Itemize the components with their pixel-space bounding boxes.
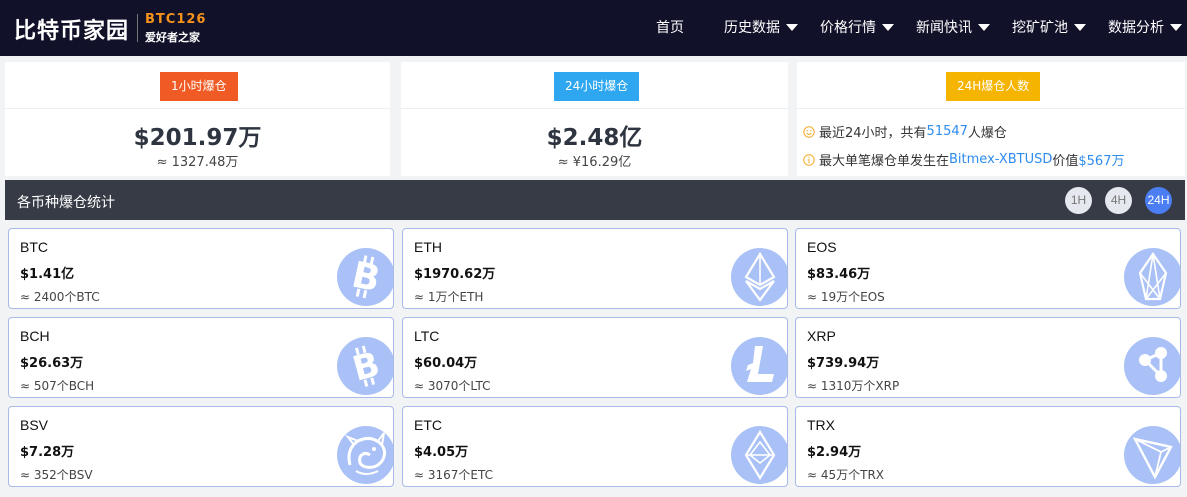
bitcoin-icon: B — [337, 248, 393, 306]
chevron-down-icon — [978, 23, 990, 31]
liquidation-people-badge: 24H爆仓人数 — [946, 72, 1041, 101]
coin-card-eos[interactable]: EOS $83.46万 ≈ 19万个EOS — [795, 228, 1181, 309]
coin-liquidation-amount: ≈ 19万个EOS — [807, 290, 885, 304]
coin-card-etc[interactable]: ETC $4.05万 ≈ 3167个ETC — [402, 406, 788, 487]
largest-order-line: 最大单笔爆仓单发生在 Bitmex-XBTUSD 价值 $567万 — [803, 150, 1124, 169]
card-divider — [5, 108, 390, 109]
coin-name: TRX — [807, 417, 835, 433]
coin-liquidation-amount: ≈ 1310万个XRP — [807, 379, 900, 393]
coin-liquidation-amount: ≈ 352个BSV — [20, 468, 93, 482]
coin-card-xrp[interactable]: XRP $739.94万 ≈ 1310万个XRP — [795, 317, 1181, 398]
largest-order-market-link[interactable]: Bitmex-XBTUSD — [949, 152, 1052, 167]
coin-name: XRP — [807, 328, 836, 344]
nav-data-analysis[interactable]: 数据分析 — [1108, 17, 1182, 37]
dragon-icon — [337, 426, 393, 484]
timeframe-4h-button[interactable]: 4H — [1105, 187, 1132, 214]
liquidation-24h-card: 24小时爆仓 $2.48亿 ≈ ¥16.29亿 — [401, 62, 788, 176]
liquidation-24h-cny: ≈ ¥16.29亿 — [557, 155, 632, 170]
chevron-down-icon — [1170, 23, 1182, 31]
coin-card-eth[interactable]: ETH $1970.62万 ≈ 1万个ETH — [402, 228, 788, 309]
coin-liquidation-value: $739.94万 — [807, 356, 880, 371]
timeframe-1h-button[interactable]: 1H — [1065, 187, 1092, 214]
stats-title: 各币种爆仓统计 — [17, 195, 115, 211]
people-count-suffix: 人爆仓 — [967, 126, 1007, 141]
largest-order-prefix: 最大单笔爆仓单发生在 — [819, 154, 950, 169]
coin-liquidation-value: $7.28万 — [20, 445, 75, 460]
liquidation-1h-badge: 1小时爆仓 — [160, 72, 238, 101]
largest-order-mid: 价值 — [1052, 154, 1079, 169]
info-icon — [803, 153, 815, 166]
chevron-down-icon — [882, 23, 894, 31]
ethereum-classic-icon — [731, 426, 787, 484]
eos-icon — [1124, 248, 1180, 306]
coin-name: BSV — [20, 417, 49, 433]
liquidation-1h-card: 1小时爆仓 $201.97万 ≈ 1327.48万 — [5, 62, 390, 176]
card-divider — [797, 108, 1185, 109]
logo-divider — [137, 14, 138, 42]
coin-card-bsv[interactable]: BSV $7.28万 ≈ 352个BSV — [8, 406, 394, 487]
timeframe-24h-button[interactable]: 24H — [1145, 187, 1172, 214]
nav-history-label: 历史数据 — [724, 20, 780, 36]
coin-name: ETC — [414, 417, 442, 433]
liquidation-24h-badge: 24小时爆仓 — [554, 72, 640, 101]
nav-analysis-label: 数据分析 — [1108, 20, 1164, 36]
smile-icon — [803, 125, 815, 138]
nav-history-data[interactable]: 历史数据 — [724, 17, 798, 37]
liquidation-1h-value: $201.97万 — [133, 125, 262, 151]
coin-liquidation-amount: ≈ 45万个TRX — [807, 468, 885, 482]
coin-name: BTC — [20, 239, 48, 255]
nav-home[interactable]: 首页 — [656, 17, 684, 37]
coin-name: ETH — [414, 239, 442, 255]
nav-price-quotes[interactable]: 价格行情 — [820, 17, 894, 37]
chevron-down-icon — [1074, 23, 1086, 31]
nav-mining-label: 挖矿矿池 — [1012, 20, 1068, 36]
site-logo-text[interactable]: 比特币家园 — [14, 13, 129, 45]
ripple-icon — [1124, 337, 1180, 395]
ethereum-icon — [731, 248, 787, 306]
nav-mining-pools[interactable]: 挖矿矿池 — [1012, 17, 1086, 37]
card-divider — [401, 108, 788, 109]
top-navigation-bar: 比特币家园 BTC126 爱好者之家 首页 历史数据 价格行情 新闻快讯 挖矿矿… — [0, 0, 1187, 56]
coin-name: LTC — [414, 328, 440, 344]
coin-card-trx[interactable]: TRX $2.94万 ≈ 45万个TRX — [795, 406, 1181, 487]
people-count-line: 最近24小时，共有 51547 人爆仓 — [803, 122, 1007, 141]
liquidation-people-card: 24H爆仓人数 最近24小时，共有 51547 人爆仓 最大单笔爆仓单发生在 B… — [797, 62, 1185, 176]
site-logo-slogan: 爱好者之家 — [145, 31, 200, 44]
nav-news[interactable]: 新闻快讯 — [916, 17, 990, 37]
largest-order-value: $567万 — [1078, 154, 1125, 169]
coin-name: EOS — [807, 239, 837, 255]
coin-card-ltc[interactable]: LTC $60.04万 ≈ 3070个LTC — [402, 317, 788, 398]
nav-home-label: 首页 — [656, 20, 684, 36]
coin-liquidation-value: $60.04万 — [414, 356, 478, 371]
coin-liquidation-value: $4.05万 — [414, 445, 469, 460]
chevron-down-icon — [786, 23, 798, 31]
litecoin-icon — [731, 337, 787, 395]
coin-liquidation-amount: ≈ 3167个ETC — [414, 468, 493, 482]
liquidation-1h-cny: ≈ 1327.48万 — [156, 155, 239, 170]
coin-liquidation-amount: ≈ 2400个BTC — [20, 290, 100, 304]
coin-liquidation-amount: ≈ 3070个LTC — [414, 379, 491, 393]
site-logo-brand: BTC126 — [145, 12, 207, 27]
nav-news-label: 新闻快讯 — [916, 20, 972, 36]
people-count-prefix: 最近24小时，共有 — [819, 126, 927, 141]
coin-liquidation-amount: ≈ 507个BCH — [20, 379, 95, 393]
tron-icon — [1124, 426, 1180, 484]
people-count-value: 51547 — [926, 124, 968, 139]
coin-card-btc[interactable]: BTC $1.41亿 ≈ 2400个BTC B — [8, 228, 394, 309]
coin-liquidation-value: $26.63万 — [20, 356, 84, 371]
coin-name: BCH — [20, 328, 50, 344]
liquidation-24h-value: $2.48亿 — [546, 125, 643, 151]
nav-price-label: 价格行情 — [820, 20, 876, 36]
coin-liquidation-value: $83.46万 — [807, 267, 871, 282]
coin-liquidation-value: $1.41亿 — [20, 267, 75, 282]
bitcoin-cash-icon: B — [337, 337, 393, 395]
coin-liquidation-stats-header: 各币种爆仓统计 1H 4H 24H — [5, 180, 1185, 220]
coin-liquidation-value: $2.94万 — [807, 445, 862, 460]
coin-liquidation-amount: ≈ 1万个ETH — [414, 290, 484, 304]
coin-card-bch[interactable]: BCH $26.63万 ≈ 507个BCH B — [8, 317, 394, 398]
coin-liquidation-value: $1970.62万 — [414, 267, 496, 282]
